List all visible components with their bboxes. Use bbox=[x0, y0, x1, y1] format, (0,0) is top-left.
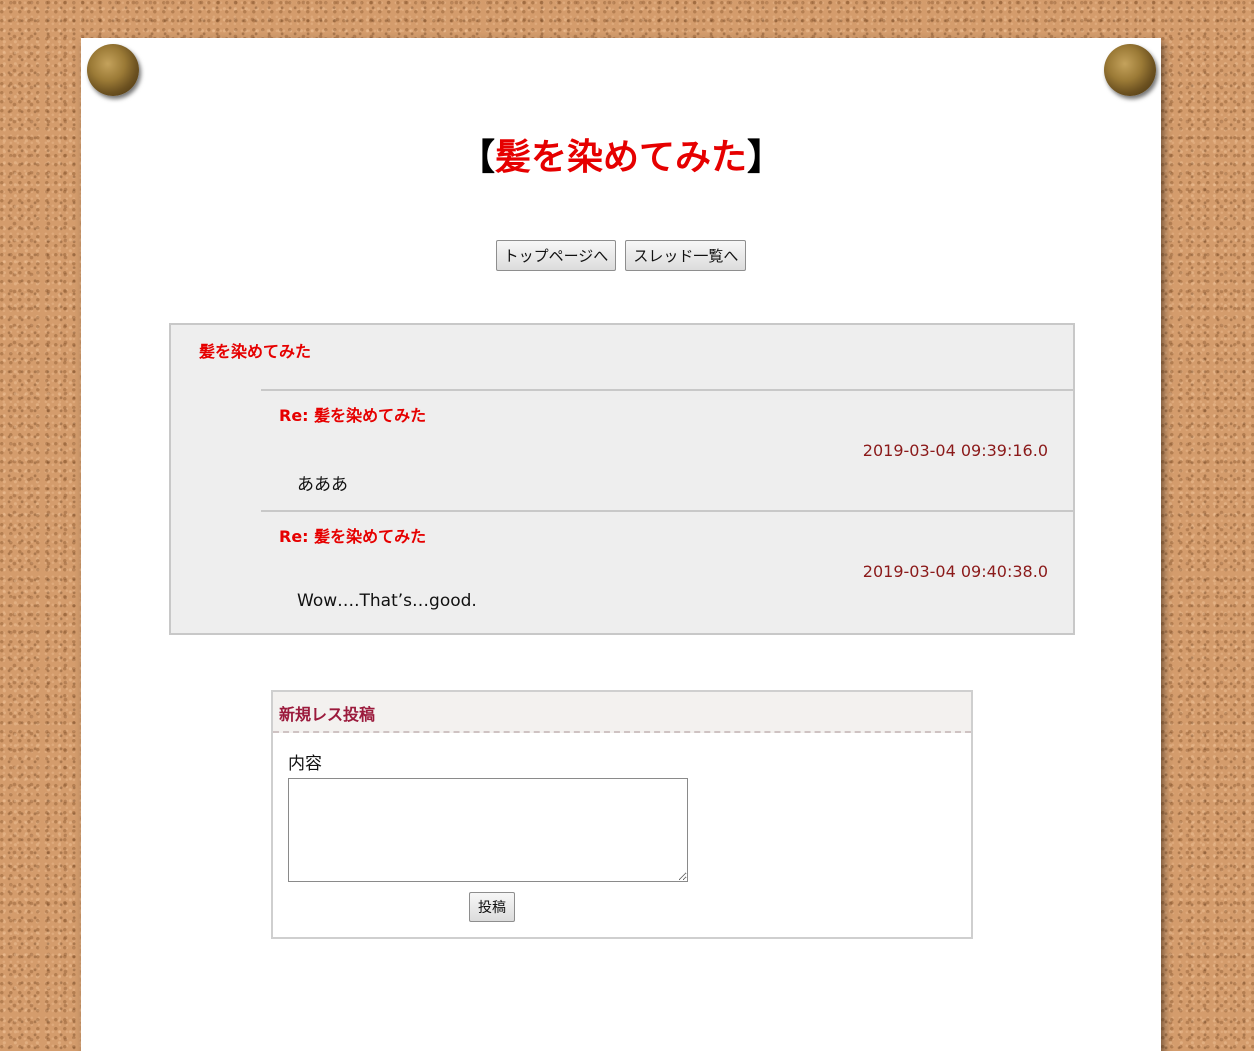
top-page-button[interactable]: トップページへ bbox=[495, 240, 617, 271]
title-bracket-close: 】 bbox=[747, 136, 784, 177]
nav-buttons: トップページへ スレッド一覧へ bbox=[81, 240, 1161, 271]
page-title-text: 髪を染めてみた bbox=[494, 136, 747, 177]
thread-list-button[interactable]: スレッド一覧へ bbox=[625, 240, 747, 271]
reply-date: 2019-03-04 09:40:38.0 bbox=[862, 562, 1048, 581]
submit-button[interactable]: 投稿 bbox=[469, 892, 515, 922]
new-reply-form: 新規レス投稿 内容 投稿 bbox=[271, 690, 973, 939]
content-label: 内容 bbox=[288, 754, 322, 774]
title-bracket-open: 【 bbox=[458, 136, 495, 177]
thread-box: 髪を染めてみた Re: 髪を染めてみた 2019-03-04 09:39:16.… bbox=[169, 323, 1075, 635]
form-title: 新規レス投稿 bbox=[279, 705, 376, 724]
reply-date: 2019-03-04 09:39:16.0 bbox=[862, 441, 1048, 460]
form-header: 新規レス投稿 bbox=[273, 692, 971, 733]
reply-body: あああ bbox=[297, 475, 348, 495]
reply-title: Re: 髪を染めてみた bbox=[279, 527, 427, 546]
push-pin-icon bbox=[87, 44, 139, 96]
thread-title: 髪を染めてみた bbox=[199, 342, 312, 361]
reply-item: Re: 髪を染めてみた 2019-03-04 09:39:16.0 あああ bbox=[261, 389, 1073, 511]
push-pin-icon bbox=[1104, 44, 1156, 96]
reply-body: Wow….That’s…good. bbox=[297, 591, 477, 611]
reply-item: Re: 髪を染めてみた 2019-03-04 09:40:38.0 Wow….T… bbox=[261, 510, 1073, 632]
notice-paper: 【髪を染めてみた】 トップページへ スレッド一覧へ 髪を染めてみた Re: 髪を… bbox=[81, 38, 1161, 1051]
content-textarea[interactable] bbox=[288, 778, 688, 882]
page-title: 【髪を染めてみた】 bbox=[81, 135, 1161, 179]
reply-title: Re: 髪を染めてみた bbox=[279, 406, 427, 425]
